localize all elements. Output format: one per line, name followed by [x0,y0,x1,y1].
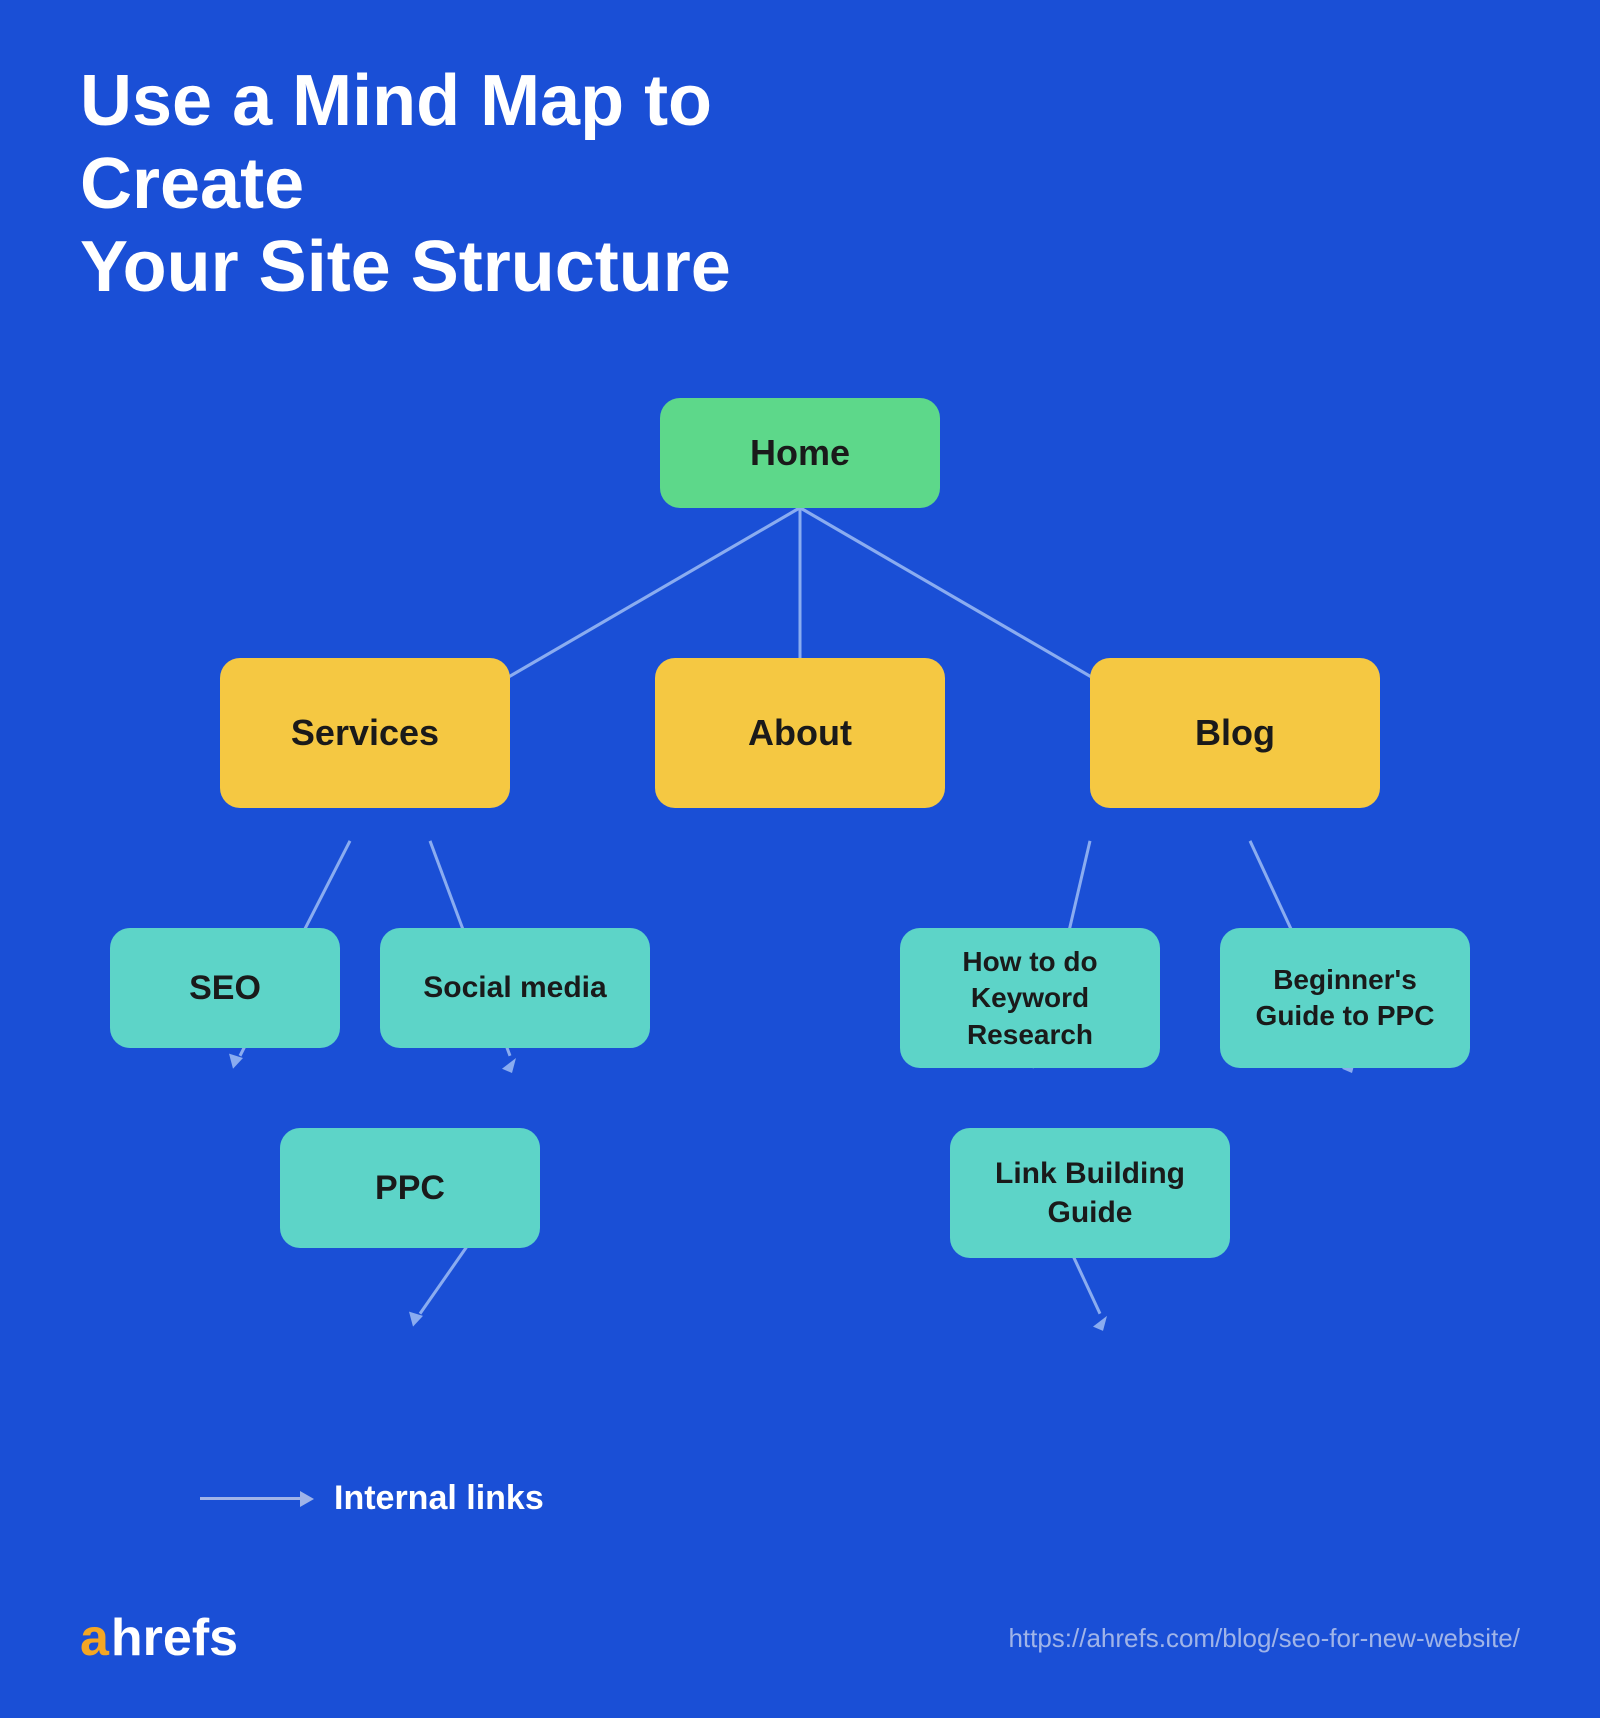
footer-url: https://ahrefs.com/blog/seo-for-new-webs… [1008,1623,1520,1654]
legend: Internal links [200,1479,544,1518]
node-services: Services [220,658,510,808]
legend-line [200,1497,300,1500]
node-blog: Blog [1090,658,1380,808]
logo-a-letter: a [80,1608,109,1668]
legend-text: Internal links [334,1479,544,1518]
node-home: Home [660,398,940,508]
ahrefs-logo: a hrefs [80,1608,238,1668]
nodes-layer: Home Services About Blog SEO Social medi… [80,368,1520,1658]
main-container: Use a Mind Map to Create Your Site Struc… [0,0,1600,1718]
node-social-media: Social media [380,928,650,1048]
logo-hrefs-text: hrefs [111,1608,238,1668]
page-title: Use a Mind Map to Create Your Site Struc… [80,60,780,308]
node-seo: SEO [110,928,340,1048]
node-about: About [655,658,945,808]
node-beginners-guide: Beginner's Guide to PPC [1220,928,1470,1068]
node-link-building: Link Building Guide [950,1128,1230,1258]
legend-arrowhead [300,1491,314,1507]
footer: a hrefs https://ahrefs.com/blog/seo-for-… [80,1608,1520,1668]
node-ppc: PPC [280,1128,540,1248]
node-keyword-research: How to do Keyword Research [900,928,1160,1068]
legend-arrow [200,1491,314,1507]
diagram-area: Home Services About Blog SEO Social medi… [80,368,1520,1658]
